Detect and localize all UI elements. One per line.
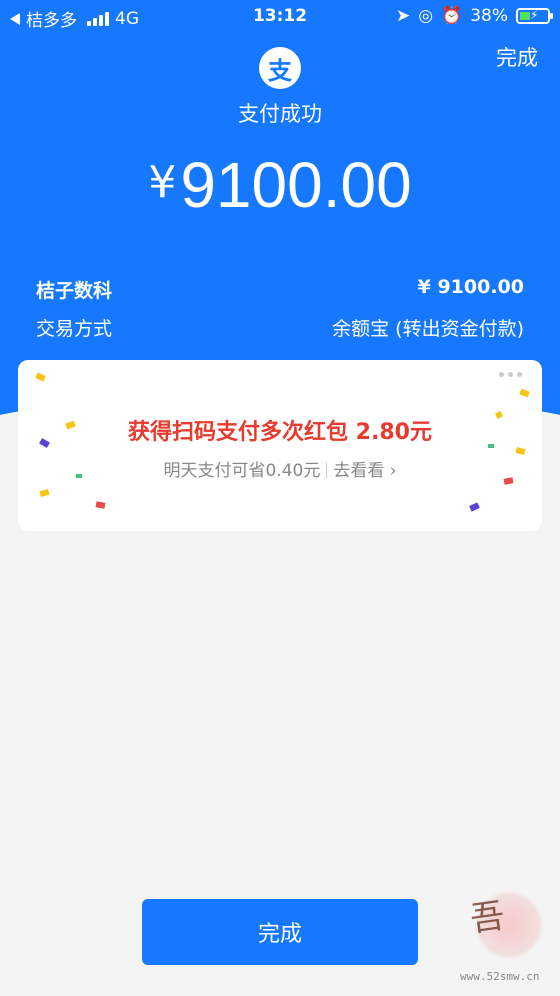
watermark-logo: 吾 www.52smw.cn <box>460 888 556 988</box>
status-right: ➤ ◎ ⏰ 38% ⚡ <box>395 6 553 26</box>
promo-card[interactable]: 获得扫码支付多次红包 2.80元 明天支付可省0.40元 去看看 › <box>18 360 542 531</box>
divider <box>326 462 328 478</box>
currency-symbol: ¥ <box>148 157 177 208</box>
done-button[interactable]: 完成 <box>142 899 418 965</box>
battery-icon: ⚡ <box>516 8 553 24</box>
confetti-decoration <box>35 372 46 382</box>
promo-subtitle: 明天支付可省0.40元 <box>163 461 321 481</box>
location-icon: ➤ <box>395 6 411 26</box>
confetti-decoration <box>469 502 480 512</box>
more-options-icon[interactable] <box>499 372 522 377</box>
payment-method-value: 余额宝 (转出资金付款) <box>332 318 524 340</box>
merchant-amount: ¥ 9100.00 <box>417 276 524 298</box>
promo-subtitle-row: 明天支付可省0.40元 去看看 › <box>18 456 542 481</box>
payment-amount: ¥9100.00 <box>0 148 560 222</box>
payment-method-row: 交易方式 余额宝 (转出资金付款) <box>36 314 524 341</box>
top-done-button[interactable]: 完成 <box>496 42 538 72</box>
battery-percent: 38% <box>470 6 508 26</box>
page-title: 支付成功 <box>238 102 322 126</box>
watermark-url: www.52smw.cn <box>460 970 540 983</box>
alarm-icon: ⏰ <box>441 6 463 26</box>
confetti-decoration <box>39 488 50 498</box>
confetti-decoration <box>515 446 526 456</box>
promo-view-link[interactable]: 去看看 › <box>333 461 396 481</box>
alipay-logo-icon: 支 <box>259 47 301 89</box>
merchant-name: 桔子数科 <box>36 280 113 302</box>
confetti-decoration <box>95 501 106 509</box>
rotation-lock-icon: ◎ <box>418 6 434 26</box>
promo-title: 获得扫码支付多次红包 2.80元 <box>128 420 432 445</box>
payment-method-label: 交易方式 <box>36 318 113 340</box>
status-bar: 桔多多 4G 13:12 ➤ ◎ ⏰ 38% ⚡ <box>0 0 560 34</box>
amount-value: 9100.00 <box>180 149 412 221</box>
confetti-decoration <box>519 388 530 398</box>
merchant-row: 桔子数科 ¥ 9100.00 <box>36 276 524 303</box>
seal-characters: 吾 <box>467 895 508 941</box>
